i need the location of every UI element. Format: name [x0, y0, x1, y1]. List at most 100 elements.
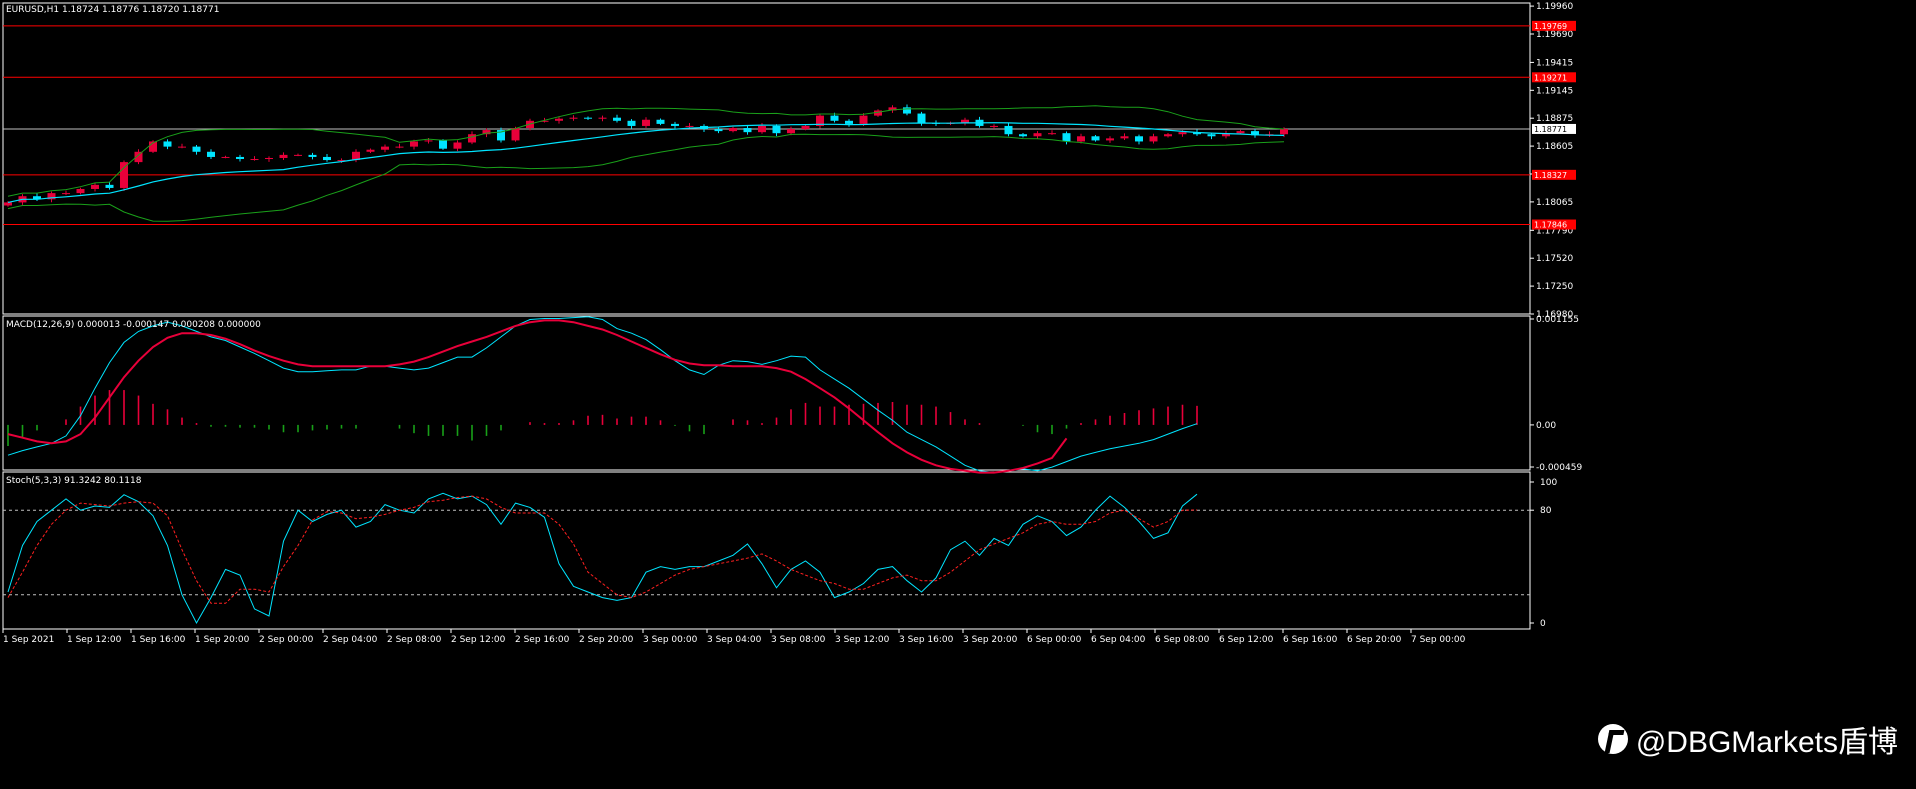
- macd-y-tick-label: 0.001155: [1536, 315, 1579, 325]
- candle-body: [1135, 136, 1143, 142]
- stoch-signal-line: [7, 495, 1198, 604]
- candle-body: [265, 157, 273, 160]
- x-tick-label: 2 Sep 16:00: [515, 635, 570, 645]
- candle-body: [1106, 138, 1114, 141]
- candle-body: [178, 146, 186, 148]
- moving-average-line: [7, 122, 1285, 203]
- candle-body: [1004, 125, 1013, 135]
- candle-body: [323, 156, 331, 161]
- x-tick-label: 7 Sep 00:00: [1411, 635, 1466, 645]
- candle-body: [627, 120, 636, 126]
- candle-body: [91, 184, 99, 189]
- candle-body: [279, 154, 288, 158]
- price-y-tick-label: 1.17250: [1536, 282, 1573, 292]
- candle-body: [163, 141, 172, 147]
- price-y-tick-label: 1.19690: [1536, 30, 1573, 40]
- x-tick-label: 2 Sep 04:00: [323, 635, 378, 645]
- candle-body: [729, 128, 737, 132]
- candle-body: [468, 134, 476, 143]
- x-tick-label: 1 Sep 20:00: [195, 635, 250, 645]
- candle-body: [613, 117, 621, 121]
- panel-border-3: [2, 471, 1531, 630]
- candle-body: [990, 125, 998, 127]
- candle-body: [424, 140, 433, 142]
- candle-body: [917, 113, 926, 123]
- candle-body: [671, 123, 679, 126]
- candle-body: [1207, 134, 1216, 137]
- candle-body: [1033, 133, 1042, 137]
- macd-y-tick-label: -0.000459: [1536, 463, 1582, 473]
- x-tick-label: 3 Sep 16:00: [899, 635, 954, 645]
- panel-border-1: [2, 2, 1531, 315]
- candle-body: [105, 184, 114, 188]
- macd-panel-label: MACD(12,26,9) 0.000013 -0.000147 0.00020…: [6, 320, 261, 330]
- panel-border-2: [2, 315, 1531, 471]
- x-tick-label: 3 Sep 12:00: [835, 635, 890, 645]
- candle-body: [453, 142, 462, 149]
- candle-body: [236, 156, 244, 160]
- candle-body: [1048, 133, 1056, 135]
- candle-body: [381, 146, 389, 150]
- candle-body: [192, 146, 201, 152]
- candle-body: [308, 154, 317, 157]
- candle-body: [1149, 136, 1158, 142]
- candle-body: [410, 141, 418, 147]
- candle-body: [555, 118, 563, 121]
- candle-body: [366, 149, 375, 152]
- price-y-tick-label: 1.19415: [1536, 58, 1573, 68]
- macd-signal-line: [7, 319, 1068, 474]
- candle-body: [903, 107, 911, 114]
- price-y-tick-label: 1.18065: [1536, 198, 1573, 208]
- candle-body: [1062, 133, 1071, 142]
- x-tick-label: 2 Sep 08:00: [387, 635, 442, 645]
- level-price-label: 1.19769: [1534, 22, 1567, 31]
- x-tick-label: 3 Sep 20:00: [963, 635, 1018, 645]
- candle-body: [830, 115, 839, 121]
- macd-line: [7, 316, 1198, 474]
- candle-body: [1091, 136, 1100, 141]
- x-tick-label: 6 Sep 00:00: [1027, 635, 1082, 645]
- candle-body: [294, 154, 302, 156]
- price-y-tick-label: 1.18875: [1536, 114, 1573, 124]
- x-tick-label: 2 Sep 20:00: [579, 635, 634, 645]
- x-tick-label: 1 Sep 16:00: [131, 635, 186, 645]
- stoch-panel-label: Stoch(5,3,3) 91.3242 80.1118: [6, 476, 142, 486]
- candle-body: [1236, 131, 1245, 134]
- candle-body: [439, 140, 447, 149]
- x-tick-label: 6 Sep 04:00: [1091, 635, 1146, 645]
- candle-body: [62, 193, 70, 195]
- candle-body: [511, 128, 520, 141]
- watermark-logo-icon: [1597, 724, 1628, 754]
- current-price-label: 1.18771: [1534, 125, 1567, 134]
- x-tick-label: 6 Sep 20:00: [1347, 635, 1402, 645]
- candle-body: [1178, 132, 1187, 135]
- x-tick-label: 6 Sep 16:00: [1283, 635, 1338, 645]
- candle-body: [656, 119, 665, 124]
- candle-body: [1280, 128, 1288, 135]
- stoch-y-tick-label: 100: [1540, 478, 1557, 488]
- price-panel-label: EURUSD,H1 1.18724 1.18776 1.18720 1.1877…: [6, 5, 219, 15]
- candle-body: [4, 202, 12, 206]
- price-y-tick-label: 1.17520: [1536, 254, 1573, 264]
- x-tick-label: 1 Sep 12:00: [67, 635, 122, 645]
- x-tick-label: 1 Sep 2021: [3, 635, 54, 645]
- candle-body: [714, 129, 723, 132]
- candle-body: [221, 156, 230, 158]
- candle-body: [120, 162, 128, 188]
- candle-body: [76, 188, 85, 194]
- x-tick-label: 3 Sep 00:00: [643, 635, 698, 645]
- candle-body: [685, 125, 694, 127]
- candle-body: [1019, 134, 1027, 137]
- candle-body: [743, 128, 752, 133]
- candle-body: [569, 117, 578, 119]
- trading-chart: 1.19960 1.19690 1.19415 1.19145 1.18875 1.186…: [2, 2, 1582, 645]
- x-tick-label: 3 Sep 08:00: [771, 635, 826, 645]
- candle-body: [642, 119, 650, 126]
- candle-body: [1164, 134, 1172, 137]
- watermark-text: @DBGMarkets盾博: [1635, 726, 1898, 759]
- x-tick-label: 6 Sep 08:00: [1155, 635, 1210, 645]
- candle-body: [801, 125, 810, 130]
- candle-body: [1077, 136, 1085, 142]
- x-tick-label: 2 Sep 12:00: [451, 635, 506, 645]
- stoch-y-tick-label: 80: [1540, 506, 1552, 516]
